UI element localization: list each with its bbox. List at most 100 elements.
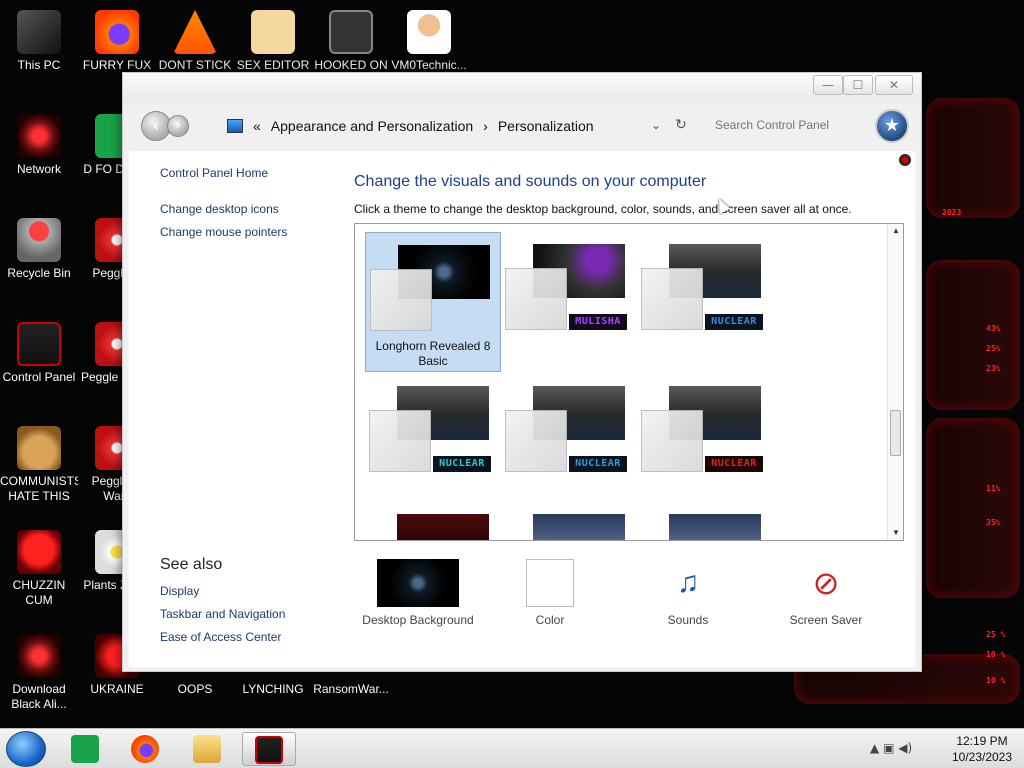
maximize-button[interactable]: ☐ (843, 75, 873, 95)
hud-readout: 23% (986, 364, 1001, 373)
theme-badge: NUCLEAR (705, 456, 763, 472)
desktop-icon-download-black-alien[interactable]: Download Black Ali... (0, 634, 78, 712)
hud-panel (926, 98, 1020, 218)
app-icon (329, 10, 373, 54)
green-app-icon (71, 735, 99, 763)
desktop-icon-ransomware[interactable]: RansomWar... (312, 682, 390, 697)
color-button[interactable]: Color (490, 559, 610, 627)
sounds-icon: ♫ (676, 566, 700, 599)
chevron-up-icon[interactable]: ▲ (870, 741, 879, 755)
desktop-icon-this-pc[interactable]: This PC (0, 10, 78, 73)
theme-item[interactable] (501, 502, 637, 540)
hud-readout: 11% (986, 484, 1001, 493)
theme-badge: NUCLEAR (705, 314, 763, 330)
scroll-down-icon[interactable]: ▼ (888, 526, 903, 540)
desktop-icon-recycle-bin[interactable]: Recycle Bin (0, 218, 78, 281)
desktop-icon-hooked-on[interactable]: HOOKED ON (312, 10, 390, 73)
desktop-icon-control-panel[interactable]: Control Panel (0, 322, 78, 385)
desktop-icon-vm0technic[interactable]: VM0Technic... (390, 10, 468, 73)
desktop-icon-sex-editor[interactable]: SEX EDITOR (234, 10, 312, 73)
sidebar: Control Panel Home Change desktop icons … (129, 151, 344, 667)
desktop-icon-communists[interactable]: COMMUNISTS HATE THIS G... (0, 426, 78, 506)
hud-readout: 43% (986, 324, 1001, 333)
display-link[interactable]: Display (160, 584, 199, 598)
folder-icon (193, 735, 221, 763)
control-panel-icon (255, 736, 283, 764)
theme-item-nuclear-red[interactable]: NUCLEAR (637, 374, 773, 514)
window-content: Control Panel Home Change desktop icons … (129, 151, 915, 667)
computer-icon (17, 10, 61, 54)
hxd-icon (251, 10, 295, 54)
theme-item[interactable] (637, 502, 773, 540)
page-title: Change the visuals and sounds on your co… (354, 173, 707, 190)
system-tray: ▲ ▣ ◀) (870, 741, 940, 757)
taskbar-navigation-link[interactable]: Taskbar and Navigation (160, 607, 285, 621)
taskbar-file-explorer[interactable] (180, 732, 234, 766)
hud-readout: 25 % (986, 630, 1006, 639)
desktop-icon-oops[interactable]: OOPS (156, 682, 234, 697)
window-color-preview (505, 410, 567, 472)
clock-date: 10/23/2023 (951, 750, 1013, 764)
desktop-icon-furry-fux[interactable]: FURRY FUX (78, 10, 156, 73)
desktop-background-button[interactable]: Desktop Background (358, 559, 478, 627)
doctor-icon (407, 10, 451, 54)
theme-item-nuclear-teal[interactable]: NUCLEAR (365, 374, 501, 514)
theme-preview (533, 514, 625, 540)
vertical-scrollbar[interactable]: ▲ ▼ (887, 224, 903, 540)
theme-item-nuclear[interactable]: NUCLEAR (637, 232, 773, 372)
hud-panel (926, 418, 1020, 598)
theme-badge: NUCLEAR (569, 456, 627, 472)
theme-badge: MULISHA (569, 314, 627, 330)
alien-network-icon (17, 114, 61, 158)
theme-item-longhorn[interactable]: Longhorn Revealed 8 Basic (365, 232, 501, 372)
volume-icon[interactable]: ◀) (898, 741, 912, 755)
network-icon[interactable]: ▣ (883, 741, 894, 755)
breadcrumb-overflow[interactable]: « (253, 118, 261, 134)
chevron-down-icon[interactable]: ⌄ (651, 115, 665, 135)
favorites-star-icon[interactable]: ★ (875, 109, 909, 143)
change-mouse-pointers-link[interactable]: Change mouse pointers (160, 225, 287, 239)
scroll-up-icon[interactable]: ▲ (888, 224, 903, 238)
clock[interactable]: 12:19 PM 10/23/2023 (944, 733, 1020, 765)
refresh-icon[interactable]: ↻ (671, 115, 691, 135)
theme-badge: NUCLEAR (433, 456, 491, 472)
control-panel-home-link[interactable]: Control Panel Home (160, 166, 268, 180)
theme-item-mulisha[interactable]: MULISHA (501, 232, 637, 372)
ease-of-access-link[interactable]: Ease of Access Center (160, 630, 281, 644)
desktop-icon-lynching[interactable]: LYNCHING (234, 682, 312, 697)
wallpaper-icon (377, 559, 459, 607)
main-panel: Change the visuals and sounds on your co… (344, 151, 915, 667)
search-input[interactable] (709, 113, 869, 137)
theme-item[interactable] (365, 502, 501, 540)
taskbar-control-panel[interactable] (242, 732, 296, 766)
breadcrumb-personalization[interactable]: Personalization (498, 118, 594, 134)
control-panel-icon (227, 119, 243, 133)
desktop-icon-network[interactable]: Network (0, 114, 78, 177)
color-swatch-icon (526, 559, 574, 607)
window-titlebar[interactable]: — ☐ ✕ (123, 73, 921, 103)
window-color-preview (641, 410, 703, 472)
taskbar-firefox[interactable] (118, 732, 172, 766)
change-desktop-icons-link[interactable]: Change desktop icons (160, 202, 279, 216)
theme-item-nuclear-blue[interactable]: NUCLEAR (501, 374, 637, 514)
minimize-button[interactable]: — (813, 75, 843, 95)
hud-readout: 10 % (986, 650, 1006, 659)
firefox-icon (131, 735, 159, 763)
theme-name: Longhorn Revealed 8 Basic (375, 339, 491, 368)
recycle-bin-icon (17, 218, 61, 262)
hud-readout: 35% (986, 518, 1001, 527)
start-button[interactable] (6, 731, 46, 767)
screen-saver-button[interactable]: ⊘ Screen Saver (766, 559, 886, 627)
forward-arrow-icon[interactable]: › (167, 115, 189, 137)
hud-panel (926, 260, 1020, 410)
breadcrumb-appearance[interactable]: Appearance and Personalization (271, 118, 473, 134)
desktop-icon-dont-stick[interactable]: DONT STICK (156, 10, 234, 73)
close-button[interactable]: ✕ (875, 75, 913, 95)
address-bar: ‹ › « Appearance and Personalization › P… (131, 103, 915, 149)
taskbar-green-app[interactable] (58, 732, 112, 766)
sounds-button[interactable]: ♫ Sounds (628, 559, 748, 627)
scroll-thumb[interactable] (890, 410, 901, 456)
theme-preview (669, 514, 761, 540)
hud-readout: 2023 (942, 208, 962, 217)
desktop-icon-chuzzin[interactable]: CHUZZIN CUM (0, 530, 78, 608)
